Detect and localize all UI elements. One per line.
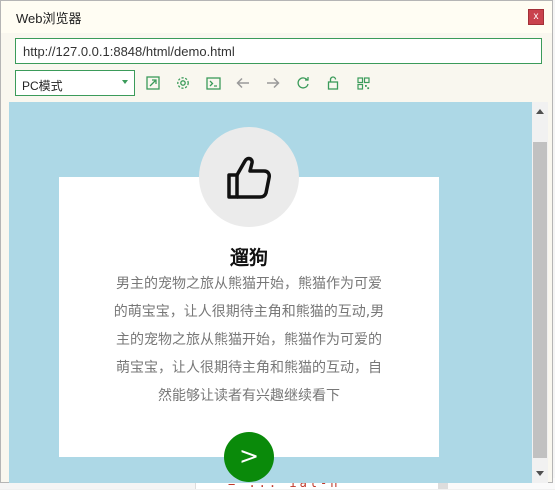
open-external-icon[interactable] xyxy=(144,74,162,92)
settings-icon[interactable] xyxy=(174,74,192,92)
console-icon[interactable] xyxy=(204,74,222,92)
forward-icon[interactable] xyxy=(264,74,282,92)
scroll-down-icon[interactable] xyxy=(536,471,544,476)
refresh-icon[interactable] xyxy=(294,74,312,92)
web-viewport[interactable]: 遛狗 男主的宠物之旅从熊猫开始，熊猫作为可爱的萌宝宝，让人很期待主角和熊猫的互动… xyxy=(9,102,532,483)
window-title: Web浏览器 xyxy=(16,11,82,26)
chevron-down-icon xyxy=(122,80,128,84)
scroll-up-icon[interactable] xyxy=(536,109,544,114)
card-title: 遛狗 xyxy=(229,247,268,269)
back-icon[interactable] xyxy=(234,74,252,92)
close-button[interactable]: x xyxy=(528,9,544,25)
lock-icon[interactable] xyxy=(324,74,342,92)
card-description: 男主的宠物之旅从熊猫开始，熊猫作为可爱的萌宝宝，让人很期待主角和熊猫的互动,男主… xyxy=(113,276,385,404)
avatar xyxy=(199,127,299,227)
browser-window: Web浏览器 x http://127.0.0.1:8848/html/demo… xyxy=(0,0,553,483)
next-button[interactable]: > xyxy=(224,432,274,482)
mode-select[interactable]: PC模式 xyxy=(15,70,135,96)
scrollbar-thumb[interactable] xyxy=(533,142,547,458)
title-bar: Web浏览器 x xyxy=(1,1,552,33)
thumbs-up-icon xyxy=(227,156,271,199)
qrcode-icon[interactable] xyxy=(354,74,372,92)
address-input[interactable]: http://127.0.0.1:8848/html/demo.html xyxy=(15,38,542,64)
